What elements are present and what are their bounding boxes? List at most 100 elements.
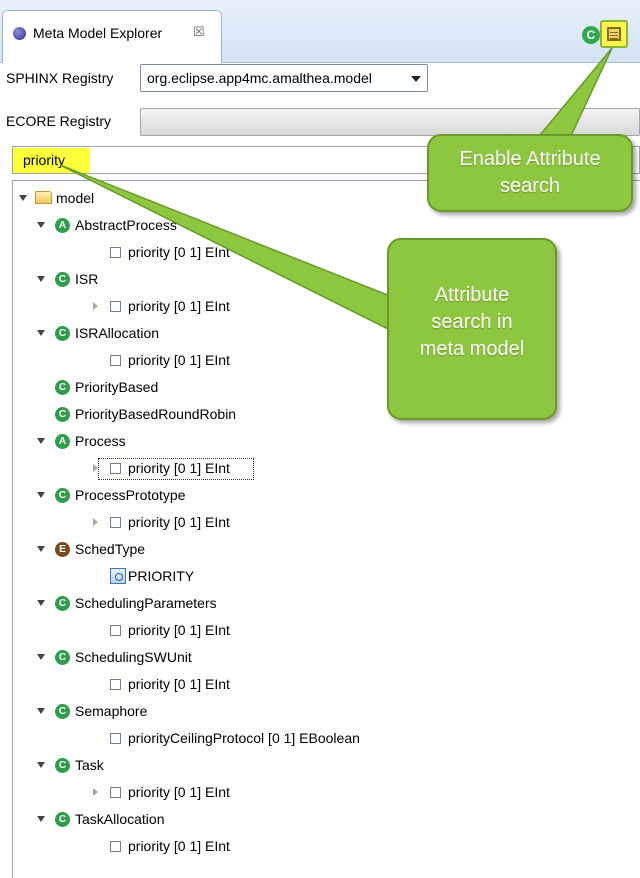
class-icon: C [55, 380, 70, 395]
close-icon[interactable]: ☒ [193, 24, 205, 40]
class-icon: C [55, 704, 70, 719]
tree-class-row[interactable]: C SchedulingSWUnit [13, 648, 633, 670]
tree-class-row[interactable]: A AbstractProcess [13, 216, 633, 238]
tree-attribute-row[interactable]: priority [0 1] EInt [13, 621, 633, 643]
tree-item-label: SchedulingSWUnit [75, 649, 192, 665]
tree-attribute-row[interactable]: priority [0 1] EInt [13, 675, 633, 697]
collapsed-arrow-icon[interactable] [93, 788, 98, 796]
sphinx-registry-value: org.eclipse.app4mc.amalthea.model [147, 70, 372, 86]
tree-class-row[interactable]: A Process [13, 432, 633, 454]
tree-item-label: priority [0 1] EInt [128, 784, 230, 800]
abstract-class-icon: A [55, 218, 70, 233]
tree-item-label: PRIORITY [128, 568, 195, 584]
attribute-icon [110, 517, 121, 528]
tree-attribute-row[interactable]: PRIORITY [13, 567, 633, 589]
expanded-arrow-icon[interactable] [37, 762, 45, 768]
tree-item-label: model [56, 190, 95, 206]
tree-item-label: TaskAllocation [75, 811, 165, 827]
class-filter-icon[interactable]: C [582, 26, 600, 44]
tree-class-row[interactable]: C TaskAllocation [13, 810, 633, 832]
callout-line: meta model [419, 338, 525, 360]
class-icon: C [55, 326, 70, 341]
collapsed-arrow-icon[interactable] [93, 302, 98, 310]
expanded-arrow-icon[interactable] [37, 222, 45, 228]
tree-class-row[interactable]: E SchedType [13, 540, 633, 562]
expanded-arrow-icon[interactable] [37, 438, 45, 444]
class-icon: C [55, 407, 70, 422]
attribute-list-icon [607, 27, 621, 41]
enum-literal-icon [110, 568, 126, 584]
tree-item-label: priority [0 1] EInt [128, 514, 230, 530]
attribute-icon [110, 733, 121, 744]
tree-item-label: Process [75, 433, 126, 449]
abstract-class-icon: A [55, 434, 70, 449]
tree-attribute-row[interactable]: priority [0 1] EInt [13, 837, 633, 859]
attribute-icon [110, 301, 121, 312]
tree-item-label: Semaphore [75, 703, 148, 719]
enable-attribute-search-button[interactable] [600, 20, 628, 48]
expanded-arrow-icon[interactable] [37, 600, 45, 606]
expanded-arrow-icon[interactable] [37, 492, 45, 498]
tree-item-label: priority [0 1] EInt [128, 352, 230, 368]
tree-item-label: priority [0 1] EInt [128, 676, 230, 692]
tree-item-label: ProcessPrototype [75, 487, 186, 503]
tree-item-label: AbstractProcess [75, 217, 177, 233]
tree-class-row[interactable]: C Semaphore [13, 702, 633, 724]
tree-class-row[interactable]: C ProcessPrototype [13, 486, 633, 508]
attribute-icon [110, 355, 121, 366]
tree-item-label: Task [75, 757, 104, 773]
expanded-arrow-icon[interactable] [37, 546, 45, 552]
expanded-arrow-icon[interactable] [19, 195, 27, 201]
tree-item-label: PriorityBased [75, 379, 159, 395]
tree-attribute-row[interactable]: priority [0 1] EInt [13, 513, 633, 535]
chevron-down-icon [411, 76, 421, 82]
ecore-registry-label: ECORE Registry [6, 113, 112, 129]
tree-attribute-row[interactable]: priorityCeilingProtocol [0 1] EBoolean [13, 729, 633, 751]
tree-item-label: SchedType [75, 541, 146, 557]
collapsed-arrow-icon[interactable] [93, 518, 98, 526]
expanded-arrow-icon[interactable] [37, 816, 45, 822]
expanded-arrow-icon[interactable] [37, 708, 45, 714]
tree-item-label: priority [0 1] EInt [128, 838, 230, 854]
tree-item-label: priorityCeilingProtocol [0 1] EBoolean [128, 730, 360, 746]
tree-item-label: PriorityBasedRoundRobin [75, 406, 237, 422]
expanded-arrow-icon[interactable] [37, 330, 45, 336]
callout-line: Enable Attribute [459, 148, 601, 170]
tree-item-label: ISR [75, 271, 99, 287]
class-icon: C [55, 488, 70, 503]
tree-attribute-row[interactable]: priority [0 1] EInt [13, 783, 633, 805]
tree-item-label: priority [0 1] EInt [128, 298, 230, 314]
expanded-arrow-icon[interactable] [37, 276, 45, 282]
enable-attribute-search-callout: Enable Attribute search [427, 134, 633, 212]
attribute-search-callout: Attribute search in meta model [387, 238, 557, 420]
class-icon: C [55, 758, 70, 773]
tab-meta-model-explorer[interactable]: Meta Model Explorer ☒ [2, 10, 222, 63]
callout-line: search [499, 175, 561, 197]
tree-class-row[interactable]: C SchedulingParameters [13, 594, 633, 616]
folder-icon [35, 191, 52, 204]
enum-icon: E [55, 542, 70, 557]
class-icon: C [55, 812, 70, 827]
attribute-icon [110, 841, 121, 852]
attribute-icon [110, 247, 121, 258]
attribute-icon [110, 679, 121, 690]
tree-class-row[interactable]: C Task [13, 756, 633, 778]
tree-item-label: priority [0 1] EInt [128, 244, 230, 260]
class-icon: C [55, 596, 70, 611]
focus-outline [98, 458, 254, 480]
ecore-registry-select[interactable] [140, 108, 640, 136]
explorer-icon [13, 27, 26, 40]
attribute-icon [110, 787, 121, 798]
tree-item-label: priority [0 1] EInt [128, 622, 230, 638]
sphinx-registry-select[interactable]: org.eclipse.app4mc.amalthea.model [140, 64, 428, 92]
sphinx-registry-label: SPHINX Registry [6, 70, 114, 86]
tree-item-label: ISRAllocation [75, 325, 160, 341]
attribute-icon [110, 625, 121, 636]
expanded-arrow-icon[interactable] [37, 654, 45, 660]
class-icon: C [55, 272, 70, 287]
callout-line: Attribute [434, 284, 510, 306]
tree-item-label: SchedulingParameters [75, 595, 217, 611]
class-icon: C [55, 650, 70, 665]
tab-title: Meta Model Explorer [33, 25, 163, 41]
view-tab-bar: Meta Model Explorer ☒ C [0, 0, 640, 63]
